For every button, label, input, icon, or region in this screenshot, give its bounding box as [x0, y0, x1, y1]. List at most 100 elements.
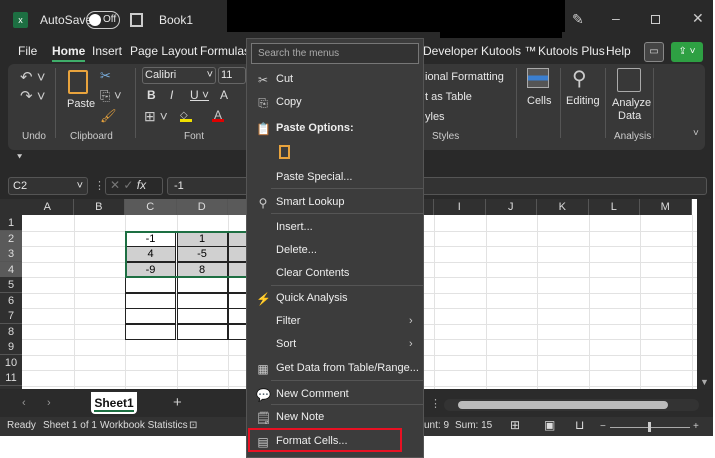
close-icon[interactable]: ✕ — [692, 10, 704, 27]
cell-C6[interactable] — [125, 292, 176, 309]
undo-icon[interactable]: ↶ ˅ — [20, 68, 46, 86]
column-header-J[interactable]: J — [485, 199, 537, 215]
menu-item-smart-lookup[interactable]: Smart Lookup — [276, 196, 344, 208]
row-header-2[interactable]: 2 — [0, 230, 22, 247]
cell-D6[interactable] — [176, 292, 228, 309]
menu-item-delete[interactable]: Delete... — [276, 244, 317, 256]
tab-kutools[interactable]: Kutools ™ — [481, 44, 536, 58]
more-icon[interactable]: ⋮ — [94, 179, 105, 192]
paste-icon[interactable] — [279, 145, 290, 159]
select-all-corner[interactable] — [0, 199, 22, 215]
accessibility-icon[interactable]: ⊡ — [189, 420, 197, 431]
tab-file[interactable]: File — [18, 44, 37, 58]
cell-C7[interactable] — [125, 308, 176, 324]
minimize-icon[interactable]: – — [612, 10, 620, 26]
paste-icon[interactable] — [68, 70, 88, 94]
next-sheet-icon[interactable]: › — [47, 397, 51, 409]
menu-search-input[interactable]: Search the menus — [251, 43, 419, 64]
cell-D8[interactable] — [176, 323, 228, 340]
copy-icon[interactable]: ⎘ ˅ — [100, 88, 122, 104]
menu-item-clear-contents[interactable]: Clear Contents — [276, 267, 349, 279]
column-header-I[interactable]: I — [434, 199, 486, 215]
borders-icon[interactable]: ⊞ ˅ — [144, 108, 168, 125]
menu-item-insert[interactable]: Insert... — [276, 221, 313, 233]
page-break-view-icon[interactable]: ⊔ — [575, 418, 584, 432]
format-painter-icon[interactable]: 🖌 — [100, 108, 117, 124]
row-header-7[interactable]: 7 — [0, 308, 22, 324]
menu-item-filter[interactable]: Filter — [276, 315, 300, 327]
menu-item-cut[interactable]: Cut — [276, 73, 293, 85]
tab-developer[interactable]: Developer — [423, 44, 478, 58]
font-name-select[interactable]: Calibri ˅ — [142, 67, 216, 84]
maximize-icon[interactable] — [651, 15, 660, 24]
row-header-3[interactable]: 3 — [0, 246, 22, 262]
menu-item-new-note[interactable]: New Note — [276, 411, 324, 423]
pen-icon[interactable]: ✎ — [572, 11, 584, 28]
row-header-5[interactable]: 5 — [0, 277, 22, 293]
cells-button[interactable]: Cells — [527, 95, 551, 107]
format-as-table-button[interactable]: t as Table — [425, 91, 472, 103]
font-size-select[interactable]: 11 — [218, 67, 246, 84]
ribbon-expand-icon[interactable]: ˅ — [693, 128, 699, 139]
column-header-B[interactable]: B — [73, 199, 125, 215]
menu-item-new-comment[interactable]: New Comment — [276, 388, 349, 400]
name-box[interactable]: C2 ˅ — [8, 177, 88, 195]
row-header-6[interactable]: 6 — [0, 292, 22, 309]
conditional-formatting-button[interactable]: ional Formatting — [425, 71, 504, 83]
cell-D7[interactable] — [176, 308, 228, 324]
tab-formulas[interactable]: Formulas — [200, 44, 250, 58]
editing-button[interactable]: Editing — [566, 95, 600, 107]
cell-C8[interactable] — [125, 323, 176, 340]
tab-home[interactable]: Home — [52, 44, 86, 62]
save-icon[interactable] — [130, 13, 143, 27]
menu-item-get-data[interactable]: Get Data from Table/Range... — [276, 362, 419, 374]
fill-color-icon[interactable]: ◇ — [180, 110, 192, 122]
cell-C5[interactable] — [125, 277, 176, 293]
row-header-12[interactable]: 12 — [0, 385, 22, 389]
menu-item-paste-special[interactable]: Paste Special... — [276, 171, 352, 183]
cut-icon[interactable]: ✂ — [100, 68, 111, 84]
normal-view-icon[interactable]: ⊞ — [510, 418, 520, 432]
autosave-toggle[interactable]: Off — [86, 11, 120, 29]
column-header-K[interactable]: K — [537, 199, 589, 215]
row-header-9[interactable]: 9 — [0, 339, 22, 355]
quick-access-icon[interactable]: ⯆ — [16, 152, 23, 163]
horizontal-scrollbar[interactable] — [444, 399, 699, 411]
redo-icon[interactable]: ↷ ˅ — [20, 87, 46, 105]
comments-button[interactable]: ▭ — [644, 42, 664, 62]
more-icon[interactable]: ⋮ — [430, 397, 441, 410]
zoom-slider[interactable]: − + — [600, 421, 700, 433]
cell-styles-button[interactable]: yles — [425, 111, 445, 123]
row-header-10[interactable]: 10 — [0, 354, 22, 371]
bold-button[interactable]: B — [147, 88, 156, 102]
grow-font-button[interactable]: A — [220, 88, 228, 102]
row-header-11[interactable]: 11 — [0, 370, 22, 386]
menu-item-quick-analysis[interactable]: Quick Analysis — [276, 292, 348, 304]
cell-D5[interactable] — [176, 277, 228, 293]
column-header-C[interactable]: C — [125, 199, 177, 215]
tab-page-layout[interactable]: Page Layout — [130, 44, 197, 58]
status-workbook-stats[interactable]: Workbook Statistics — [100, 420, 188, 431]
tab-insert[interactable]: Insert — [92, 44, 122, 58]
column-header-A[interactable]: A — [22, 199, 74, 215]
column-header-M[interactable]: M — [640, 199, 692, 215]
page-layout-view-icon[interactable]: ▣ — [544, 418, 555, 432]
menu-item-copy[interactable]: Copy — [276, 96, 302, 108]
analyze-data-button[interactable]: Analyze — [612, 97, 651, 109]
italic-button[interactable]: I — [170, 88, 173, 102]
share-button[interactable]: ⇪ ˅ — [671, 42, 703, 62]
vertical-scrollbar[interactable]: ▼ — [697, 199, 713, 389]
tab-help[interactable]: Help — [606, 44, 631, 58]
column-header-D[interactable]: D — [176, 199, 228, 215]
column-header-L[interactable]: L — [588, 199, 640, 215]
menu-item-sort[interactable]: Sort — [276, 338, 296, 350]
font-color-icon[interactable]: A — [212, 108, 224, 122]
tab-kutools-plus[interactable]: Kutools Plus — [538, 44, 605, 58]
underline-button[interactable]: U ˅ — [190, 88, 209, 102]
row-header-8[interactable]: 8 — [0, 323, 22, 340]
sheet-tab-sheet1[interactable]: Sheet1 — [91, 392, 137, 414]
prev-sheet-icon[interactable]: ‹ — [22, 397, 26, 409]
row-header-1[interactable]: 1 — [0, 215, 22, 231]
row-header-4[interactable]: 4 — [0, 261, 22, 278]
add-sheet-button[interactable]: + — [173, 394, 182, 411]
